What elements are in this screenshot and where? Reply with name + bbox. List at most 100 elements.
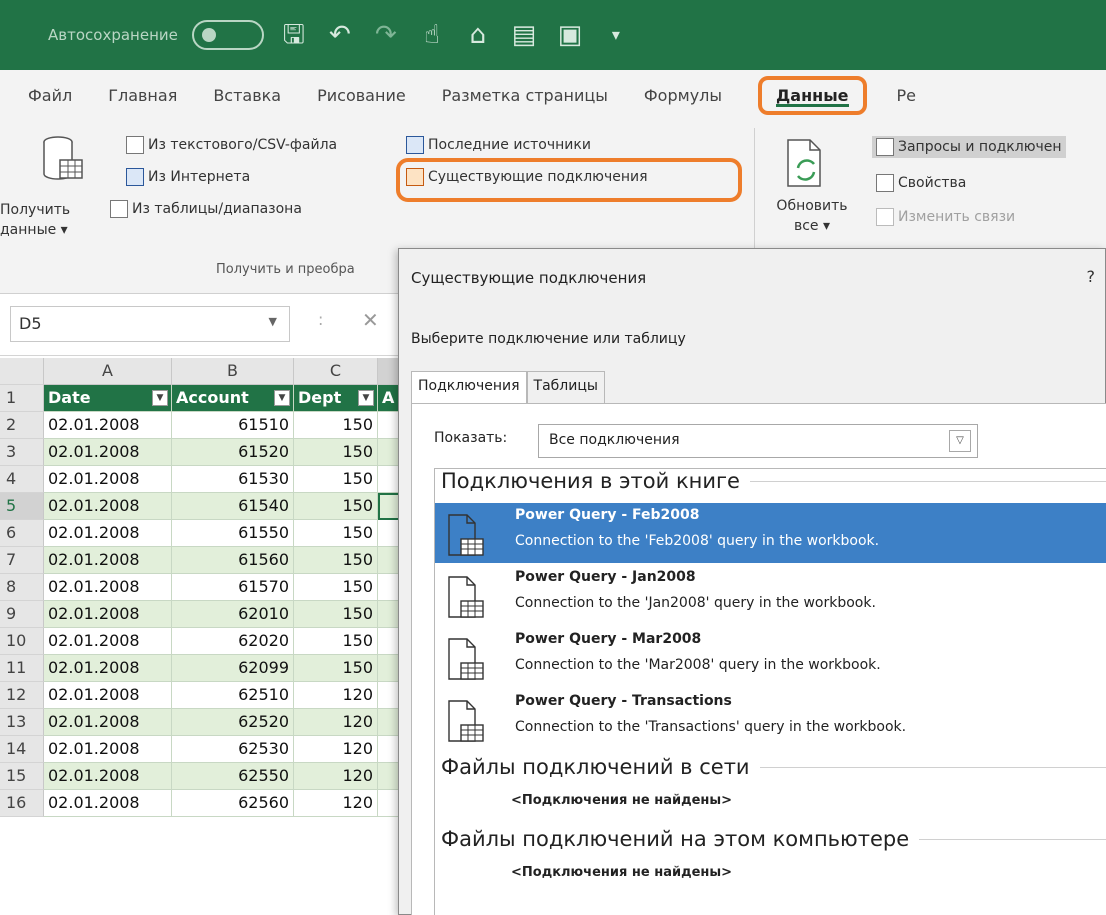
queries-connections-button[interactable]: Запросы и подключен bbox=[872, 136, 1066, 158]
cell-partial[interactable] bbox=[378, 466, 400, 493]
cell-account[interactable]: 61550 bbox=[172, 520, 294, 547]
cell-partial[interactable] bbox=[378, 682, 400, 709]
cell-partial[interactable] bbox=[378, 520, 400, 547]
cell-partial[interactable] bbox=[378, 439, 400, 466]
row-number[interactable]: 15 bbox=[0, 763, 44, 790]
row-number[interactable]: 16 bbox=[0, 790, 44, 817]
row-number[interactable]: 12 bbox=[0, 682, 44, 709]
header-cell-account[interactable]: Account ▼ bbox=[172, 385, 294, 412]
save-icon[interactable]: 🖫 bbox=[278, 20, 310, 50]
cell-dept[interactable]: 150 bbox=[294, 574, 378, 601]
cell-dept[interactable]: 150 bbox=[294, 655, 378, 682]
cell-dept[interactable]: 150 bbox=[294, 439, 378, 466]
cell-dept[interactable]: 150 bbox=[294, 628, 378, 655]
cell-dept[interactable]: 150 bbox=[294, 520, 378, 547]
form-icon[interactable]: ▤ bbox=[508, 20, 540, 50]
cancel-icon[interactable]: ✕ bbox=[362, 308, 379, 332]
cell-dept[interactable]: 120 bbox=[294, 709, 378, 736]
header-cell-dept[interactable]: Dept ▼ bbox=[294, 385, 378, 412]
tab-connections[interactable]: Подключения bbox=[411, 371, 527, 405]
cell-dept[interactable]: 120 bbox=[294, 682, 378, 709]
cell-dept[interactable]: 120 bbox=[294, 763, 378, 790]
cell-partial[interactable] bbox=[378, 412, 400, 439]
tab-draw[interactable]: Рисование bbox=[317, 86, 406, 105]
tab-file[interactable]: Файл bbox=[28, 86, 72, 105]
cell-account[interactable]: 62530 bbox=[172, 736, 294, 763]
refresh-all-button[interactable]: Обновить все ▾ bbox=[762, 134, 862, 244]
row-number[interactable]: 13 bbox=[0, 709, 44, 736]
undo-icon[interactable]: ↶ bbox=[324, 20, 356, 50]
filter-dropdown-icon[interactable]: ▼ bbox=[274, 390, 290, 406]
cell-account[interactable]: 61510 bbox=[172, 412, 294, 439]
get-data-button[interactable]: Получить данные ▾ bbox=[0, 134, 120, 244]
tab-formulas[interactable]: Формулы bbox=[644, 86, 722, 105]
cell-date[interactable]: 02.01.2008 bbox=[44, 493, 172, 520]
cell-account[interactable]: 62560 bbox=[172, 790, 294, 817]
cell-partial[interactable] bbox=[378, 601, 400, 628]
cell-partial[interactable] bbox=[378, 628, 400, 655]
cell-account[interactable]: 62020 bbox=[172, 628, 294, 655]
edit-links-button[interactable]: Изменить связи bbox=[876, 208, 1015, 226]
existing-connections-button[interactable]: Существующие подключения bbox=[406, 168, 648, 186]
chevron-down-icon[interactable]: ▼ bbox=[269, 315, 277, 328]
header-cell-date[interactable]: Date ▼ bbox=[44, 385, 172, 412]
cell-partial[interactable] bbox=[378, 763, 400, 790]
cell-date[interactable]: 02.01.2008 bbox=[44, 547, 172, 574]
autosave-toggle[interactable] bbox=[191, 20, 264, 50]
cell-account[interactable]: 61570 bbox=[172, 574, 294, 601]
row-number[interactable]: 1 bbox=[0, 385, 44, 412]
row-number[interactable]: 11 bbox=[0, 655, 44, 682]
cell-date[interactable]: 02.01.2008 bbox=[44, 601, 172, 628]
tab-home[interactable]: Главная bbox=[108, 86, 177, 105]
row-number[interactable]: 3 bbox=[0, 439, 44, 466]
cell-date[interactable]: 02.01.2008 bbox=[44, 466, 172, 493]
column-header-d[interactable] bbox=[378, 358, 400, 385]
cell-dept[interactable]: 120 bbox=[294, 736, 378, 763]
cell-account[interactable]: 61530 bbox=[172, 466, 294, 493]
row-number[interactable]: 6 bbox=[0, 520, 44, 547]
cell-dept[interactable]: 150 bbox=[294, 547, 378, 574]
row-number[interactable]: 8 bbox=[0, 574, 44, 601]
column-header-a[interactable]: A bbox=[44, 358, 172, 385]
tab-data[interactable]: Данные bbox=[758, 75, 867, 115]
recent-sources-button[interactable]: Последние источники bbox=[406, 136, 591, 154]
cell-account[interactable]: 61520 bbox=[172, 439, 294, 466]
cell-dept[interactable]: 150 bbox=[294, 493, 378, 520]
cell-account[interactable]: 61560 bbox=[172, 547, 294, 574]
cell-dept[interactable]: 150 bbox=[294, 466, 378, 493]
properties-button[interactable]: Свойства bbox=[876, 174, 966, 192]
cell-dept[interactable]: 150 bbox=[294, 601, 378, 628]
connection-item[interactable]: Power Query - Transactions Connection to … bbox=[435, 689, 1106, 749]
cell-account[interactable]: 62550 bbox=[172, 763, 294, 790]
column-header-c[interactable]: C bbox=[294, 358, 378, 385]
folder-icon[interactable]: ⌂ bbox=[462, 20, 494, 50]
cell-partial[interactable] bbox=[378, 574, 400, 601]
cell-date[interactable]: 02.01.2008 bbox=[44, 574, 172, 601]
cell-partial[interactable] bbox=[378, 655, 400, 682]
cell-partial[interactable] bbox=[378, 709, 400, 736]
cell-dept[interactable]: 120 bbox=[294, 790, 378, 817]
show-select[interactable]: Все подключения ▽ bbox=[538, 424, 978, 458]
redo-icon[interactable]: ↷ bbox=[370, 20, 402, 50]
connection-item[interactable]: Power Query - Jan2008 Connection to the '… bbox=[435, 565, 1106, 625]
help-button[interactable]: ? bbox=[1087, 267, 1096, 286]
from-text-csv-button[interactable]: Из текстового/CSV-файла bbox=[126, 136, 337, 154]
cell-account[interactable]: 62010 bbox=[172, 601, 294, 628]
header-cell-partial[interactable]: A bbox=[378, 385, 400, 412]
row-number[interactable]: 4 bbox=[0, 466, 44, 493]
cell-date[interactable]: 02.01.2008 bbox=[44, 628, 172, 655]
column-header-b[interactable]: B bbox=[172, 358, 294, 385]
active-cell[interactable] bbox=[378, 493, 400, 520]
chevron-down-icon[interactable]: ▽ bbox=[949, 430, 971, 452]
camera-icon[interactable]: ▣ bbox=[554, 20, 586, 50]
select-all-corner[interactable] bbox=[0, 358, 44, 385]
row-number[interactable]: 5 bbox=[0, 493, 44, 520]
cell-dept[interactable]: 150 bbox=[294, 412, 378, 439]
tab-review[interactable]: Ре bbox=[897, 86, 917, 105]
row-number[interactable]: 9 bbox=[0, 601, 44, 628]
from-table-button[interactable]: Из таблицы/диапазона bbox=[110, 200, 302, 218]
cell-date[interactable]: 02.01.2008 bbox=[44, 682, 172, 709]
customize-icon[interactable]: ▾ bbox=[600, 20, 632, 50]
filter-dropdown-icon[interactable]: ▼ bbox=[152, 390, 168, 406]
row-number[interactable]: 14 bbox=[0, 736, 44, 763]
